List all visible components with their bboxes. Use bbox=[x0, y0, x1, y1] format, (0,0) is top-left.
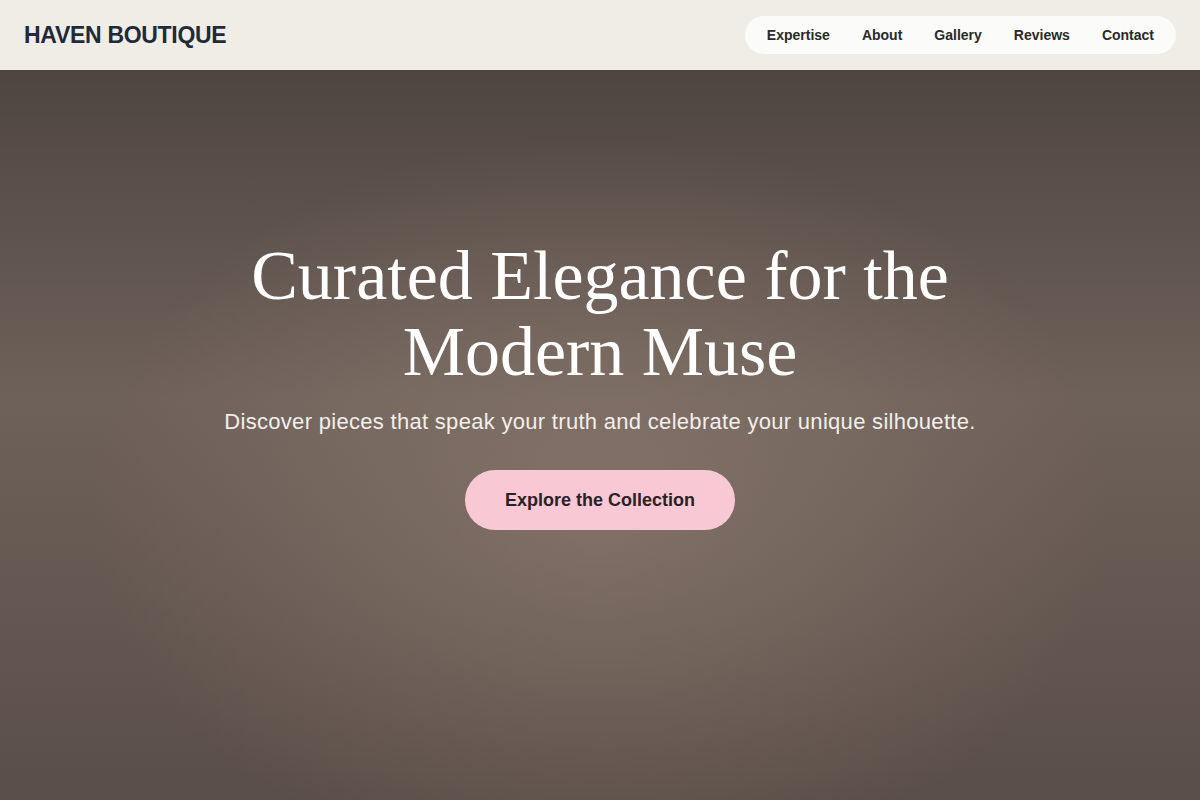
nav-link[interactable]: Reviews bbox=[1002, 19, 1082, 51]
nav-bar: ExpertiseAboutGallery ReviewsContact bbox=[745, 16, 1176, 54]
hero-section: Curated Elegance for the Modern Muse Disc… bbox=[0, 70, 1200, 800]
explore-button[interactable]: Explore the Collection bbox=[465, 470, 735, 530]
nav-link[interactable]: Contact bbox=[1090, 19, 1166, 51]
nav-link[interactable]: About bbox=[850, 19, 914, 51]
page: HAVEN BOUTIQUE ExpertiseAboutGallery Revie… bbox=[0, 0, 1200, 800]
hero-subtitle: Discover pieces that speak your truth an… bbox=[224, 406, 975, 438]
nav-link[interactable]: Gallery bbox=[922, 19, 993, 51]
site-header: HAVEN BOUTIQUE ExpertiseAboutGallery Revie… bbox=[0, 0, 1200, 70]
logo[interactable]: HAVEN BOUTIQUE bbox=[24, 22, 226, 49]
hero-title: Curated Elegance for the Modern Muse bbox=[170, 238, 1030, 390]
nav-link[interactable]: Expertise bbox=[755, 19, 842, 51]
